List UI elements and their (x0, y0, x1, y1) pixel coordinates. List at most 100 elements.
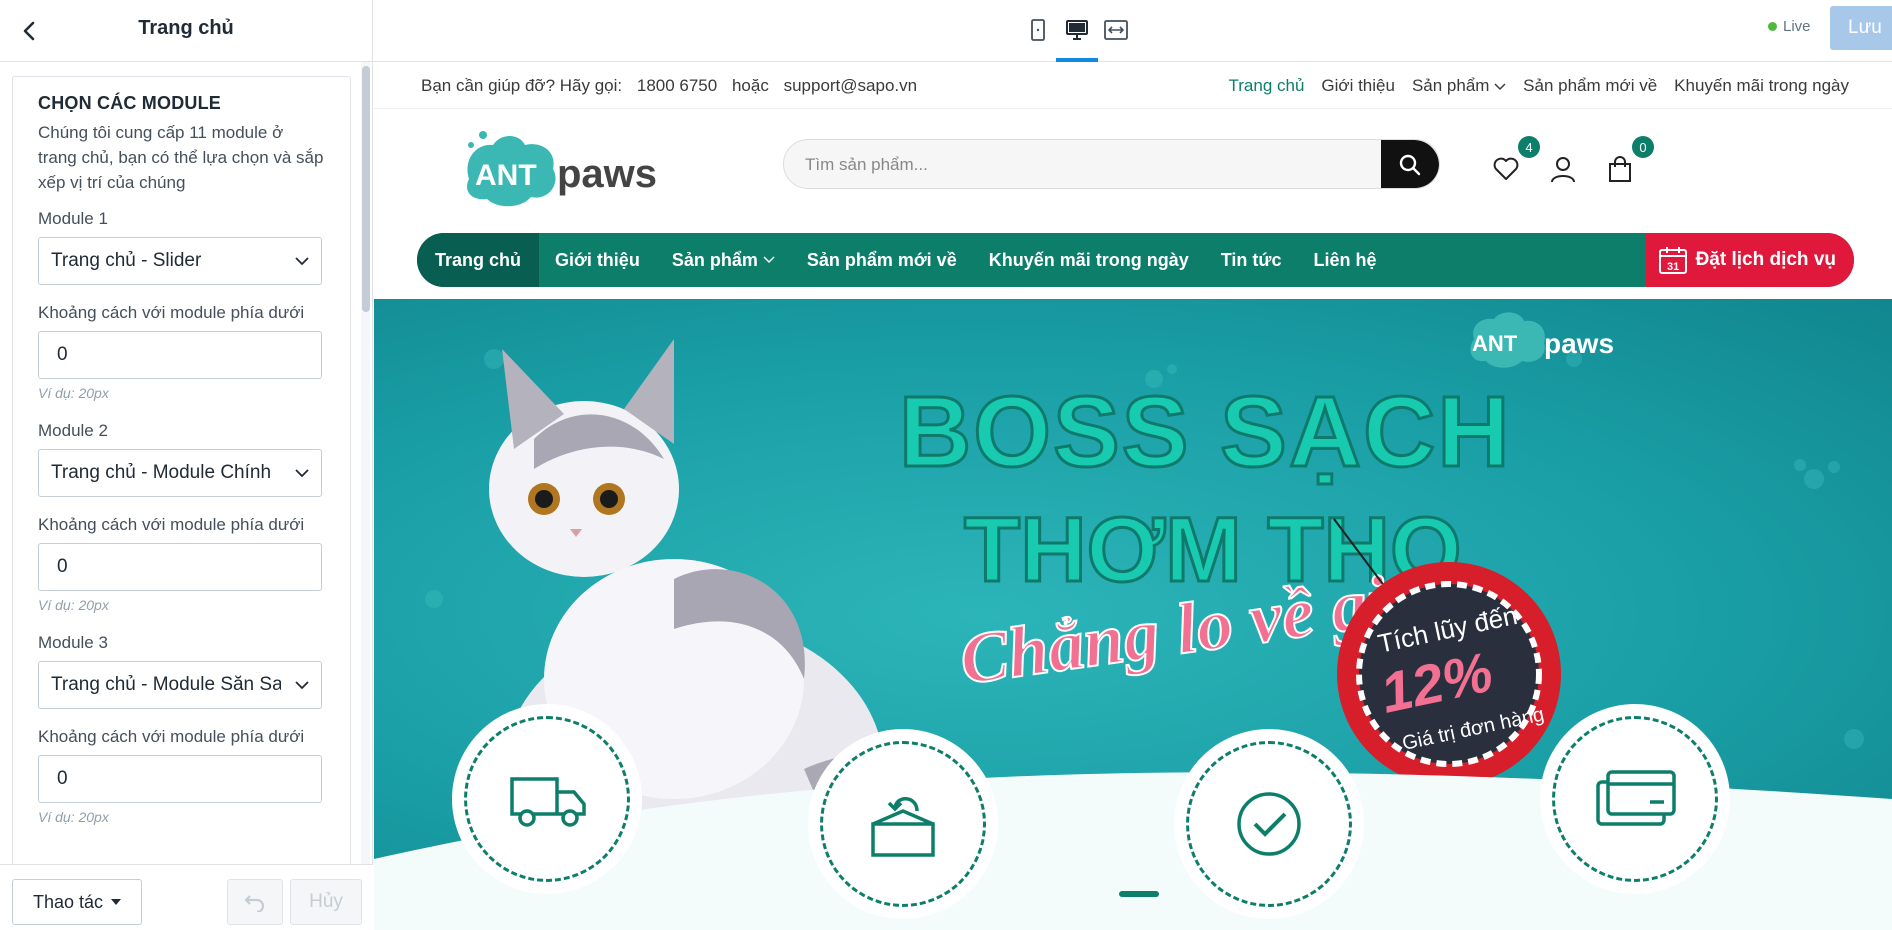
module-2-label: Module 2 (38, 421, 108, 440)
toplink-products[interactable]: Sản phẩm (1412, 76, 1506, 96)
user-icon (1551, 157, 1575, 183)
chevron-down-icon (763, 256, 775, 264)
live-label: Live (1783, 18, 1811, 35)
credit-card-icon (1596, 770, 1676, 826)
wishlist-count-badge: 4 (1518, 136, 1540, 158)
quality-check-icon (1237, 792, 1301, 856)
toplink-home[interactable]: Trang chủ (1229, 76, 1305, 96)
search-input[interactable]: Tìm sản phẩm... (805, 155, 928, 175)
main-navigation: Trang chủ Giới thiệu Sản phẩm Sản phẩm m… (417, 233, 1854, 287)
module-1-spacing-label: Khoảng cách với module phía dưới (38, 303, 305, 322)
undo-icon (244, 895, 265, 912)
calendar-icon: 31 (1658, 247, 1687, 274)
nav-contact[interactable]: Liên hệ (1297, 233, 1392, 287)
module-2-select[interactable]: Trang chủ - Module Chính (38, 449, 322, 497)
feature-quality[interactable] (1174, 729, 1364, 919)
module-2-spacing-label: Khoảng cách với module phía dưới (38, 515, 305, 534)
panel-footer: Thao tác Hủy (0, 864, 373, 930)
toplink-new-products[interactable]: Sản phẩm mới về (1523, 76, 1657, 96)
mobile-view-button[interactable] (1022, 14, 1054, 46)
feature-shipping[interactable] (452, 704, 642, 894)
panel-title: Trang chủ (138, 17, 234, 39)
slider-dot-indicator[interactable] (1119, 891, 1159, 897)
actions-dropdown-button[interactable]: Thao tác (12, 879, 142, 925)
desktop-icon (1066, 20, 1088, 40)
panel-scrollbar-thumb[interactable] (362, 66, 370, 312)
active-device-indicator (1056, 58, 1098, 62)
module-settings-card: CHỌN CÁC MODULE Chúng tôi cung cấp 11 mo… (12, 76, 351, 864)
hotline[interactable]: 1800 6750 (637, 76, 717, 95)
live-dot-icon (1768, 22, 1777, 31)
toplink-promotions[interactable]: Khuyến mãi trong ngày (1674, 76, 1849, 96)
chevron-down-icon (293, 464, 311, 482)
top-links: Trang chủ Giới thiệu Sản phẩm Sản phẩm m… (1229, 76, 1850, 96)
module-1-hint: Ví dụ: 20px (38, 385, 109, 401)
module-2-spacing-input[interactable]: 0 (38, 543, 322, 591)
feature-payment[interactable] (1540, 704, 1730, 894)
mobile-icon (1031, 19, 1045, 41)
book-service-label: Đặt lịch dịch vụ (1695, 249, 1836, 270)
nav-promotions[interactable]: Khuyến mãi trong ngày (973, 233, 1205, 287)
search-icon (1399, 154, 1421, 176)
chevron-down-icon (293, 252, 311, 270)
feature-return[interactable] (808, 729, 998, 919)
svg-text:paws: paws (557, 152, 657, 196)
shopping-bag-icon (1609, 156, 1631, 182)
desktop-view-button[interactable] (1061, 14, 1093, 46)
module-1-label: Module 1 (38, 209, 108, 228)
preview-toolbar: Live Lưu (373, 0, 1892, 62)
panel-header: Trang chủ (0, 0, 372, 62)
nav-products-label: Sản phẩm (671, 249, 758, 270)
cancel-button[interactable]: Hủy (290, 879, 362, 925)
nav-home[interactable]: Trang chủ (417, 233, 540, 287)
module-3-spacing-label: Khoảng cách với module phía dưới (38, 727, 305, 746)
or-text: hoặc (731, 76, 769, 95)
help-text: Bạn cần giúp đỡ? Hãy gọi: (421, 76, 623, 95)
heart-icon (1493, 157, 1519, 180)
module-2-hint: Ví dụ: 20px (38, 597, 109, 613)
panel-scroll-area: CHỌN CÁC MODULE Chúng tôi cung cấp 11 mo… (0, 62, 373, 864)
search-button[interactable] (1381, 140, 1439, 188)
account-button[interactable] (1545, 151, 1581, 187)
chevron-down-icon (1494, 83, 1506, 91)
nav-about[interactable]: Giới thiệu (539, 233, 656, 287)
module-3-spacing-input[interactable]: 0 (38, 755, 322, 803)
module-1-select[interactable]: Trang chủ - Slider (38, 237, 322, 285)
delivery-truck-icon (510, 777, 586, 827)
cart-button[interactable]: 0 (1602, 136, 1654, 187)
nav-products[interactable]: Sản phẩm (656, 233, 791, 287)
top-info-bar: Bạn cần giúp đỡ? Hãy gọi: 1800 6750 hoặc… (374, 63, 1892, 109)
module-1-spacing-input[interactable]: 0 (38, 331, 322, 379)
fullwidth-view-button[interactable] (1100, 14, 1132, 46)
module-2-value: Trang chủ - Module Chính (51, 462, 272, 483)
module-3-hint: Ví dụ: 20px (38, 809, 109, 825)
chevron-down-icon (293, 676, 311, 694)
theme-editor-panel: Trang chủ CHỌN CÁC MODULE Chúng tôi cung… (0, 0, 373, 930)
book-service-button[interactable]: 31 Đặt lịch dịch vụ (1645, 233, 1854, 287)
nav-news[interactable]: Tin tức (1205, 233, 1298, 287)
module-3-value: Trang chủ - Module Săn Sale (51, 674, 281, 695)
support-email[interactable]: support@sapo.vn (784, 76, 918, 95)
calendar-day: 31 (1667, 261, 1679, 273)
hero-slider[interactable]: ANT paws BOSS SẠCH THƠM THO Chẳng lo về … (374, 299, 1892, 930)
svg-text:ANT: ANT (475, 159, 537, 192)
cart-count-badge: 0 (1632, 136, 1654, 158)
module-1-value: Trang chủ - Slider (51, 250, 202, 271)
save-button[interactable]: Lưu (1830, 6, 1892, 50)
undo-button[interactable] (227, 879, 283, 925)
search-bar[interactable]: Tìm sản phẩm... (783, 139, 1440, 189)
caret-down-icon (111, 899, 122, 905)
actions-label: Thao tác (32, 891, 104, 912)
module-3-select[interactable]: Trang chủ - Module Săn Sale (38, 661, 322, 709)
live-status: Live (1768, 18, 1811, 35)
card-description: Chúng tôi cung cấp 11 module ở trang chủ… (38, 123, 324, 192)
return-box-icon (871, 797, 935, 857)
nav-new-products[interactable]: Sản phẩm mới về (791, 233, 973, 287)
feature-icons-row (374, 299, 1892, 930)
card-heading: CHỌN CÁC MODULE (38, 93, 221, 113)
toplink-about[interactable]: Giới thiệu (1321, 76, 1395, 96)
antpaws-logo[interactable]: ANT paws (461, 121, 661, 211)
toplink-products-label: Sản phẩm (1411, 76, 1490, 95)
wishlist-button[interactable]: 4 (1488, 136, 1540, 187)
storefront-preview: Bạn cần giúp đỡ? Hãy gọi: 1800 6750 hoặc… (374, 63, 1892, 930)
